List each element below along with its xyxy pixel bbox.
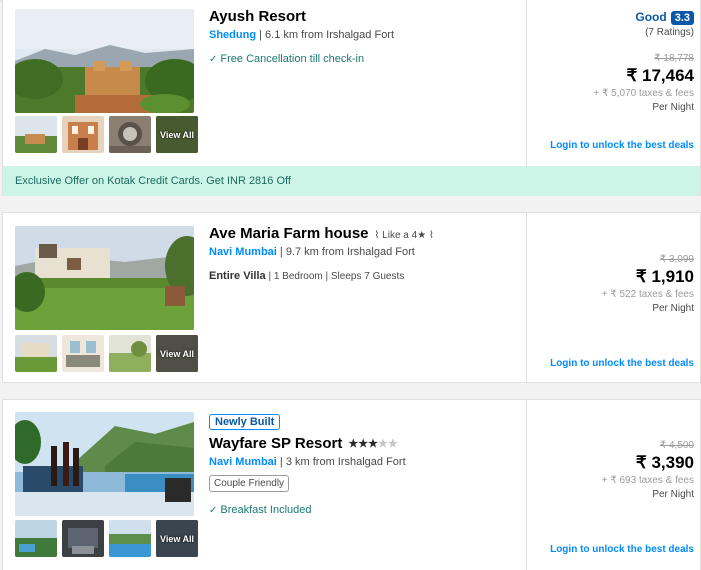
couple-friendly-tag: Couple Friendly xyxy=(209,475,290,492)
hotel-info: Ave Maria Farm house ⌇ Like a 4★ ⌇ Navi M… xyxy=(209,225,434,282)
thumbnail-photo[interactable] xyxy=(109,520,151,557)
original-price: ₹ 3,099 xyxy=(659,254,694,265)
original-price: ₹ 4,500 xyxy=(659,440,694,451)
hotel-name[interactable]: Ave Maria Farm house ⌇ Like a 4★ ⌇ xyxy=(209,225,434,242)
thumbnail-photo[interactable] xyxy=(15,520,57,557)
thumbnail-photo[interactable] xyxy=(62,335,104,372)
city-link[interactable]: Shedung xyxy=(209,29,256,41)
per-night-label: Per Night xyxy=(652,303,694,314)
bank-offer-banner: Exclusive Offer on Kotak Credit Cards. G… xyxy=(3,166,700,196)
hotel-card-ave-maria-farm-house[interactable]: View All Ave Maria Farm house ⌇ Like a 4★… xyxy=(2,212,701,383)
hotel-location: Shedung | 6.1 km from Irshalgad Fort xyxy=(209,29,394,41)
hotel-info: Newly Built Wayfare SP Resort ★★★★★ Navi … xyxy=(209,412,406,516)
thumbnail-photo[interactable] xyxy=(15,335,57,372)
taxes-and-fees: + ₹ 693 taxes & fees xyxy=(601,475,694,486)
hotel-location: Navi Mumbai | 9.7 km from Irshalgad Fort xyxy=(209,246,434,258)
discounted-price: ₹ 17,464 xyxy=(626,66,694,85)
property-type-label: Entire Villa xyxy=(209,270,266,282)
distance-text: | 9.7 km from Irshalgad Fort xyxy=(279,246,415,258)
hotel-main-photo[interactable] xyxy=(15,226,194,330)
rating-word: Good xyxy=(635,10,667,24)
view-all-photos-button[interactable]: View All xyxy=(156,520,198,557)
hotel-card-ayush-resort[interactable]: View All Ayush Resort Shedung | 6.1 km f… xyxy=(2,0,701,196)
star-empty-icon: ★★ xyxy=(377,438,398,450)
view-all-photos-button[interactable]: View All xyxy=(156,335,198,372)
newly-built-badge: Newly Built xyxy=(209,414,281,430)
hotel-main-photo[interactable] xyxy=(15,9,194,113)
login-unlock-deals-link[interactable]: Login to unlock the best deals xyxy=(550,358,694,369)
free-cancellation-feature: ✓ Free Cancellation till check-in xyxy=(209,53,365,65)
city-link[interactable]: Navi Mumbai xyxy=(209,246,277,258)
hotel-name[interactable]: Ayush Resort xyxy=(209,8,394,25)
distance-text: | 6.1 km from Irshalgad Fort xyxy=(259,29,395,41)
price-column: ₹ 4,500 ₹ 3,390 + ₹ 693 taxes & fees Per… xyxy=(526,400,701,570)
like-a-4-star-badge: ⌇ Like a 4★ ⌇ xyxy=(374,230,434,241)
property-type-details: | 1 Bedroom | Sleeps 7 Guests xyxy=(268,271,405,282)
taxes-and-fees: + ₹ 5,070 taxes & fees xyxy=(593,88,694,99)
discounted-price: ₹ 1,910 xyxy=(635,267,694,286)
check-icon: ✓ xyxy=(209,505,218,516)
star-filled-icon: ★★★ xyxy=(348,438,378,450)
discounted-price: ₹ 3,390 xyxy=(635,453,694,472)
star-rating: ★★★★★ xyxy=(348,438,397,450)
thumbnail-photo[interactable] xyxy=(109,116,151,153)
hotel-name[interactable]: Wayfare SP Resort ★★★★★ xyxy=(209,435,406,452)
property-type: Entire Villa | 1 Bedroom | Sleeps 7 Gues… xyxy=(209,270,434,282)
thumbnail-photo[interactable] xyxy=(15,116,57,153)
rating-count: (7 Ratings) xyxy=(645,27,694,38)
price-column: ₹ 3,099 ₹ 1,910 + ₹ 522 taxes & fees Per… xyxy=(526,213,701,382)
hotel-location: Navi Mumbai | 3 km from Irshalgad Fort xyxy=(209,456,406,468)
rating-score-badge: 3.3 xyxy=(670,11,694,25)
hotel-main-photo[interactable] xyxy=(15,412,194,516)
taxes-and-fees: + ₹ 522 taxes & fees xyxy=(601,289,694,300)
check-icon: ✓ xyxy=(209,54,218,65)
hotel-card-wayfare-sp-resort[interactable]: View All Newly Built Wayfare SP Resort ★★… xyxy=(2,399,701,570)
distance-text: | 3 km from Irshalgad Fort xyxy=(279,456,406,468)
per-night-label: Per Night xyxy=(652,489,694,500)
hotel-info: Ayush Resort Shedung | 6.1 km from Irsha… xyxy=(209,8,394,65)
login-unlock-deals-link[interactable]: Login to unlock the best deals xyxy=(550,544,694,555)
view-all-photos-button[interactable]: View All xyxy=(156,116,198,153)
thumbnail-photo[interactable] xyxy=(62,116,104,153)
breakfast-included-feature: ✓ Breakfast Included xyxy=(209,504,312,516)
login-unlock-deals-link[interactable]: Login to unlock the best deals xyxy=(550,140,694,151)
thumbnail-photo[interactable] xyxy=(109,335,151,372)
rating-summary[interactable]: Good 3.3 xyxy=(593,8,694,26)
original-price: ₹ 18,778 xyxy=(654,53,694,64)
thumbnail-photo[interactable] xyxy=(62,520,104,557)
city-link[interactable]: Navi Mumbai xyxy=(209,456,277,468)
per-night-label: Per Night xyxy=(652,102,694,113)
